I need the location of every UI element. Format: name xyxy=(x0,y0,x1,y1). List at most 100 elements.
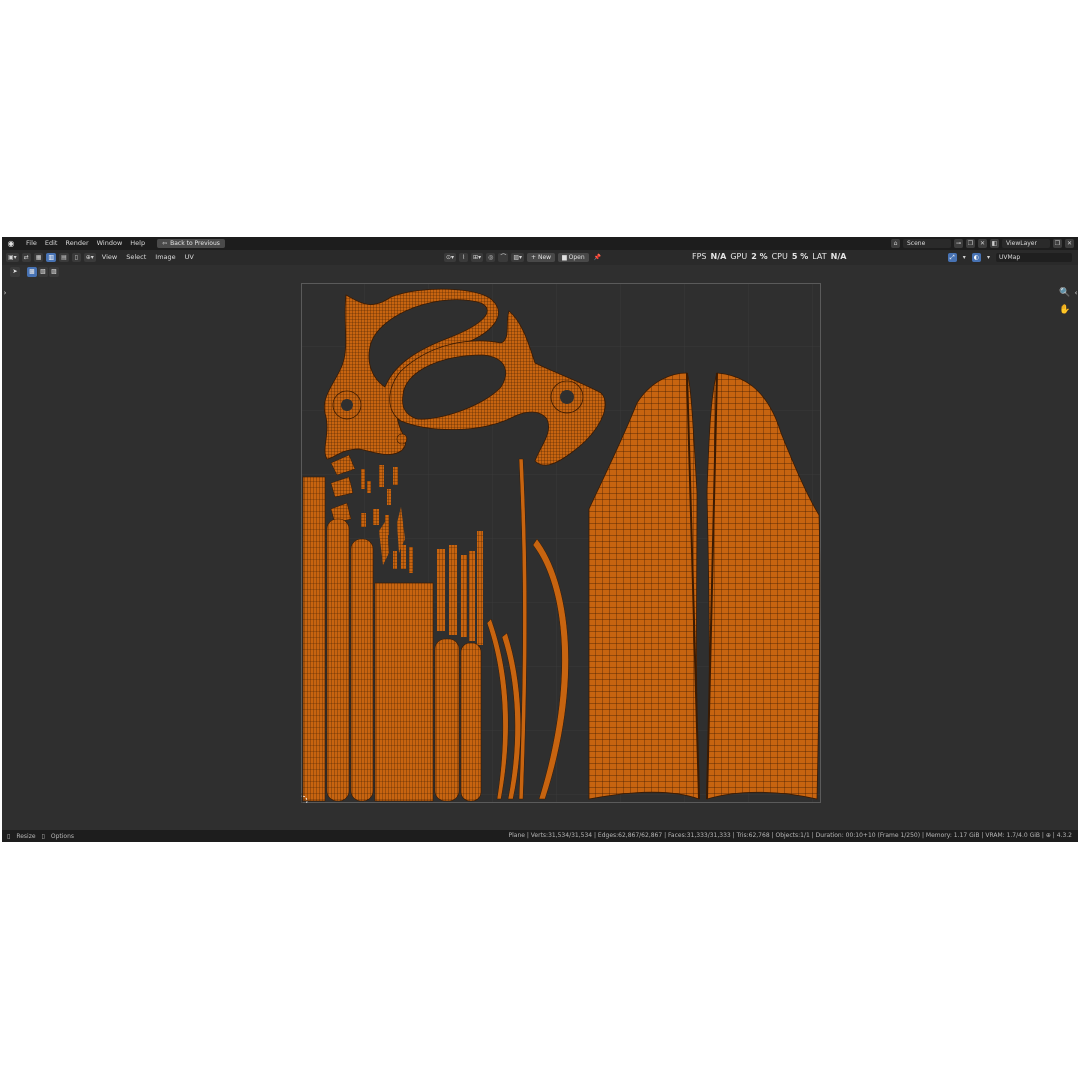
pin-image-icon[interactable]: 📌 xyxy=(592,253,603,262)
uv-island-chip-7 xyxy=(373,509,379,525)
proportional-edit-icon[interactable]: ◎ xyxy=(486,253,496,262)
gpu-label: GPU xyxy=(730,252,748,261)
face-select-icon[interactable]: ▤ xyxy=(59,253,69,262)
snap-icon[interactable]: ⌇ xyxy=(459,253,469,262)
new-image-label: New xyxy=(537,254,552,261)
uv-island-strip-2 xyxy=(326,518,350,802)
sticky-select-icon[interactable]: ⊕▾ xyxy=(83,253,96,262)
uv-canvas[interactable] xyxy=(301,283,821,803)
mouse-right-icon: ▯ xyxy=(41,832,45,840)
uv-island-strip-4 xyxy=(437,549,445,631)
select-extend-icon[interactable]: ▧ xyxy=(38,267,48,277)
fps-label: FPS xyxy=(692,252,707,261)
select-new-icon[interactable]: ▩ xyxy=(27,267,37,277)
gizmo-dropdown-icon[interactable]: ▾ xyxy=(960,253,969,262)
header-center: ⊙▾ ⌇ ⊞▾ ◎ ⌒ ▨▾ + New ▆ Open 📌 xyxy=(444,253,603,262)
uv-island-chip-11 xyxy=(409,547,413,573)
uv-island-chip-6 xyxy=(361,513,366,527)
scene-icon[interactable]: ⌂ xyxy=(891,239,900,248)
uv-island-block xyxy=(374,582,434,802)
uv-island-chip-1 xyxy=(361,469,365,489)
status-left: ▯ Resize ▯ Options xyxy=(7,833,74,840)
menu-window[interactable]: Window xyxy=(93,237,127,250)
delete-viewlayer-icon[interactable]: ✕ xyxy=(1065,239,1074,248)
viewlayer-icon[interactable]: ◧ xyxy=(990,239,999,248)
select-subtract-icon[interactable]: ▨ xyxy=(49,267,59,277)
back-to-previous-button[interactable]: ⇦ Back to Previous xyxy=(157,239,225,248)
uv-island-strip-9 xyxy=(434,638,460,802)
menu-view[interactable]: View xyxy=(99,253,120,262)
mouse-icon: ▯ xyxy=(7,832,11,840)
toolbar-toggle-icon[interactable]: › xyxy=(2,287,11,299)
menu-image[interactable]: Image xyxy=(152,253,178,262)
gizmo-toggle-icon[interactable]: ⤢ xyxy=(947,253,957,262)
back-icon: ⇦ xyxy=(162,240,168,247)
status-bar: ▯ Resize ▯ Options Plane | Verts:31,534/… xyxy=(2,830,1078,842)
header-left: ▣▾ ⇄ ▦ ▥ ▤ ▯ ⊕▾ View Select Image UV xyxy=(6,253,197,262)
menu-render[interactable]: Render xyxy=(61,237,92,250)
blender-logo-icon[interactable]: ◉ xyxy=(6,239,16,249)
gpu-value: 2 % xyxy=(751,252,768,261)
scene-statistics: Plane | Verts:31,534/31,534 | Edges:62,8… xyxy=(508,832,1072,839)
overlay-toggle-icon[interactable]: ◐ xyxy=(971,253,981,262)
pivot-icon[interactable]: ⊙▾ xyxy=(444,253,457,262)
edge-select-icon[interactable]: ▥ xyxy=(46,253,57,262)
uv-island-chip-10 xyxy=(401,545,406,569)
open-image-button[interactable]: ▆ Open xyxy=(558,253,589,262)
lat-label: LAT xyxy=(812,252,827,261)
cursor-icon[interactable]: ➤ xyxy=(10,267,20,277)
uv-island-ring-right-hole xyxy=(560,390,574,404)
sidebar-toggle-icon[interactable]: ‹ xyxy=(1070,287,1078,299)
menu-select[interactable]: Select xyxy=(123,253,149,262)
uv-island-chip-5 xyxy=(393,467,398,485)
menu-uv[interactable]: UV xyxy=(182,253,197,262)
menu-file[interactable]: File xyxy=(22,237,41,250)
viewlayer-field[interactable]: ViewLayer xyxy=(1002,239,1050,248)
uv-island-strip-6 xyxy=(461,555,467,637)
island-select-icon[interactable]: ▯ xyxy=(71,253,81,262)
hand-icon[interactable]: ✋ xyxy=(1059,304,1071,316)
uv-island-strip-5 xyxy=(449,545,457,635)
lat-value: N/A xyxy=(830,252,847,261)
scene-field[interactable]: Scene xyxy=(903,239,951,248)
blender-uv-editor: ◉ File Edit Render Window Help ⇦ Back to… xyxy=(2,237,1078,842)
scene-viewlayer-group: ⌂ Scene ⊸ ❐ ✕ ◧ ViewLayer ❐ ✕ xyxy=(891,239,1074,248)
editor-header: ▣▾ ⇄ ▦ ▥ ▤ ▯ ⊕▾ View Select Image UV ⊙▾ … xyxy=(2,250,1078,265)
uv-island-chip-9 xyxy=(393,551,397,569)
header-right: ⤢ ▾ ◐ ▾ UVMap xyxy=(947,253,1072,262)
uv-island-ring-left-hole xyxy=(341,399,353,411)
back-to-previous-label: Back to Previous xyxy=(170,240,220,247)
uvmap-field[interactable]: UVMap xyxy=(996,253,1072,262)
vertex-select-icon[interactable]: ▦ xyxy=(33,253,44,262)
uv-island-strip-7 xyxy=(469,551,475,641)
uv-island-small-ring xyxy=(396,433,408,445)
uv-island-strip-8 xyxy=(477,531,483,645)
pin-icon[interactable]: ⊸ xyxy=(954,239,963,248)
top-menubar: ◉ File Edit Render Window Help ⇦ Back to… xyxy=(2,237,1078,250)
new-viewlayer-icon[interactable]: ❐ xyxy=(1053,239,1062,248)
overlay-dropdown-icon[interactable]: ▾ xyxy=(984,253,993,262)
uv-island-strip-1 xyxy=(302,476,326,802)
resize-label: Resize xyxy=(16,832,36,840)
open-image-label: Open xyxy=(568,254,585,261)
uv-island-strip-10 xyxy=(460,642,482,802)
new-image-button[interactable]: + New xyxy=(527,253,556,262)
snap-target-icon[interactable]: ⊞▾ xyxy=(471,253,484,262)
cpu-value: 5 % xyxy=(791,252,809,261)
tool-row: ➤ xyxy=(10,267,20,277)
falloff-icon[interactable]: ⌒ xyxy=(498,253,509,262)
new-scene-icon[interactable]: ❐ xyxy=(966,239,975,248)
performance-stats: FPS N/A GPU 2 % CPU 5 % LAT N/A xyxy=(692,251,846,262)
options-label: Options xyxy=(50,832,75,840)
uv-island-chip-2 xyxy=(367,481,371,493)
menu-edit[interactable]: Edit xyxy=(41,237,62,250)
editor-type-icon[interactable]: ▣▾ xyxy=(6,253,19,262)
uv-island-chip-4 xyxy=(387,489,391,505)
image-browse-icon[interactable]: ▨▾ xyxy=(511,253,525,262)
menu-help[interactable]: Help xyxy=(126,237,149,250)
sync-selection-icon[interactable]: ⇄ xyxy=(21,253,31,262)
uv-island-strip-3 xyxy=(350,538,374,802)
cpu-label: CPU xyxy=(771,252,788,261)
delete-scene-icon[interactable]: ✕ xyxy=(978,239,987,248)
uv-island-chip-3 xyxy=(379,465,384,487)
